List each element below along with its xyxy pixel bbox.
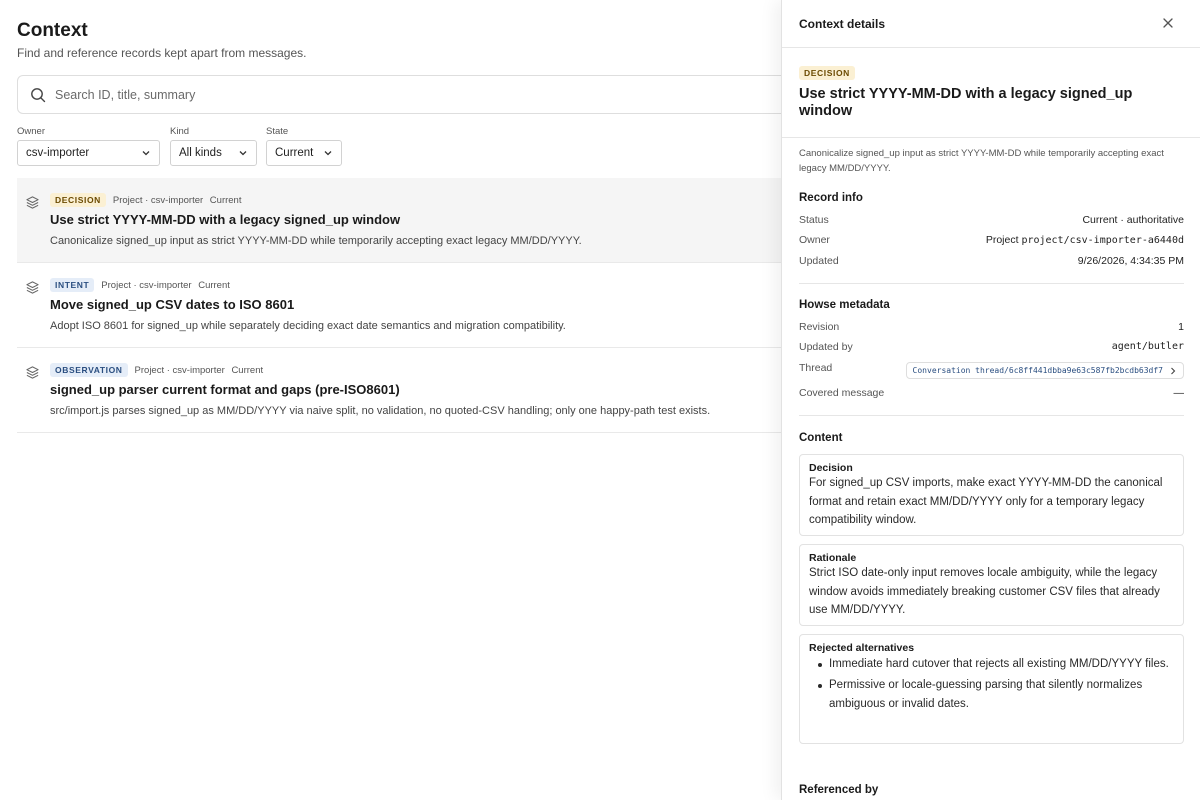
record-summary: Adopt ISO 8601 for signed_up while separ… xyxy=(50,320,566,332)
kind-select[interactable]: All kinds xyxy=(170,140,257,166)
record-row[interactable]: DECISION Project · csv-importer Current … xyxy=(17,178,807,263)
state-select-value: Current xyxy=(275,147,314,159)
covered-label: Covered message xyxy=(799,387,885,399)
record-row[interactable]: OBSERVATION Project · csv-importer Curre… xyxy=(17,348,807,433)
updated-by-label: Updated by xyxy=(799,341,853,353)
rationale-heading: Rationale xyxy=(809,552,857,564)
decision-card: Decision For signed_up CSV imports, make… xyxy=(799,454,1184,536)
state-select[interactable]: Current xyxy=(266,140,342,166)
revision-label: Revision xyxy=(799,321,840,333)
updated-row: Updated 9/26/2026, 4:34:35 PM xyxy=(799,255,1184,267)
record-info-heading: Record info xyxy=(799,192,863,204)
metadata-heading: Howse metadata xyxy=(799,299,890,311)
panel-title: Context details xyxy=(799,17,886,31)
layers-icon xyxy=(26,196,39,209)
list-item: Immediate hard cutover that rejects all … xyxy=(809,655,1174,674)
chevron-right-icon xyxy=(1171,367,1176,374)
covered-value: — xyxy=(1173,387,1185,399)
record-state: Current xyxy=(231,364,264,376)
record-detail-summary: Canonicalize signed_up input as strict Y… xyxy=(799,148,1164,174)
layers-icon xyxy=(26,281,39,294)
divider xyxy=(799,415,1184,416)
owner-value: project/csv-importer-a6440d xyxy=(1021,235,1184,246)
rationale-text: Strict ISO date-only input removes local… xyxy=(809,567,1160,616)
record-title: Move signed_up CSV dates to ISO 8601 xyxy=(50,297,295,312)
search-box[interactable] xyxy=(17,75,807,114)
close-icon[interactable] xyxy=(1162,17,1174,29)
record-summary: src/import.js parses signed_up as MM/DD/… xyxy=(50,405,711,417)
kind-filter-label: Kind xyxy=(170,126,190,137)
panel-header: Context details xyxy=(782,0,1200,48)
record-scope: Project · csv-importer xyxy=(101,279,192,291)
record-title: Use strict YYYY-MM-DD with a legacy sign… xyxy=(50,212,401,227)
record-list: DECISION Project · csv-importer Current … xyxy=(17,178,807,433)
decision-heading: Decision xyxy=(809,462,853,474)
thread-row: Thread Conversation thread/6c8ff441dbba9… xyxy=(799,362,1184,379)
owner-label: Owner xyxy=(799,234,830,246)
page-title: Context xyxy=(17,20,88,41)
updated-label: Updated xyxy=(799,255,839,267)
record-state: Current xyxy=(209,194,242,206)
owner-row: Owner Project project/csv-importer-a6440… xyxy=(799,234,1184,246)
search-icon xyxy=(31,87,46,102)
status-label: Status xyxy=(799,214,829,226)
rationale-card: Rationale Strict ISO date-only input rem… xyxy=(799,544,1184,626)
status-row: Status Current · authoritative xyxy=(799,214,1184,226)
list-item: Permissive or locale-guessing parsing th… xyxy=(809,676,1174,714)
content-heading: Content xyxy=(799,432,843,444)
kind-badge: INTENT xyxy=(50,278,95,292)
owner-filter-label: Owner xyxy=(17,126,45,137)
divider xyxy=(782,137,1200,138)
revision-value: 1 xyxy=(1178,321,1184,333)
layers-icon xyxy=(26,366,39,379)
revision-row: Revision 1 xyxy=(799,321,1184,333)
rejected-list: Immediate hard cutover that rejects all … xyxy=(809,655,1174,714)
kind-badge: DECISION xyxy=(50,193,106,207)
status-value: Current · authoritative xyxy=(1082,214,1184,226)
rejected-card: Rejected alternatives Immediate hard cut… xyxy=(799,634,1184,744)
page-subtitle: Find and reference records kept apart fr… xyxy=(17,46,307,60)
updated-by-value: agent/butler xyxy=(1111,341,1184,352)
chevron-down-icon xyxy=(324,151,332,156)
record-detail-title: Use strict YYYY-MM-DD with a legacy sign… xyxy=(799,86,1133,119)
kind-badge: OBSERVATION xyxy=(50,363,128,377)
owner-select-value: csv-importer xyxy=(26,147,90,159)
thread-link[interactable]: Conversation thread/6c8ff441dbba9e63c587… xyxy=(905,362,1184,379)
chevron-down-icon xyxy=(142,151,150,156)
divider xyxy=(799,283,1184,284)
rejected-heading: Rejected alternatives xyxy=(809,642,915,654)
kind-select-value: All kinds xyxy=(179,147,222,159)
details-panel: Context details DECISION Use strict YYYY… xyxy=(781,0,1200,800)
record-scope: Project · csv-importer xyxy=(112,194,204,206)
record-summary: Canonicalize signed_up input as strict Y… xyxy=(50,235,582,247)
search-input[interactable] xyxy=(55,87,655,102)
updated-by-row: Updated by agent/butler xyxy=(799,341,1184,353)
owner-select[interactable]: csv-importer xyxy=(17,140,160,166)
state-filter-label: State xyxy=(266,126,289,137)
updated-value: 9/26/2026, 4:34:35 PM xyxy=(1077,255,1184,267)
owner-prefix: Project xyxy=(985,234,1019,246)
chevron-down-icon xyxy=(239,151,247,156)
record-title: signed_up parser current format and gaps… xyxy=(50,382,400,397)
kind-badge: DECISION xyxy=(799,66,855,80)
thread-value: Conversation thread/6c8ff441dbba9e63c587… xyxy=(912,366,1163,375)
referenced-by-heading: Referenced by xyxy=(799,784,879,796)
covered-row: Covered message — xyxy=(799,387,1184,399)
record-state: Current xyxy=(198,279,230,291)
record-row[interactable]: INTENT Project · csv-importer Current Mo… xyxy=(17,263,807,348)
thread-label: Thread xyxy=(799,362,833,374)
decision-text: For signed_up CSV imports, make exact YY… xyxy=(809,477,1163,526)
record-scope: Project · csv-importer xyxy=(134,364,225,376)
